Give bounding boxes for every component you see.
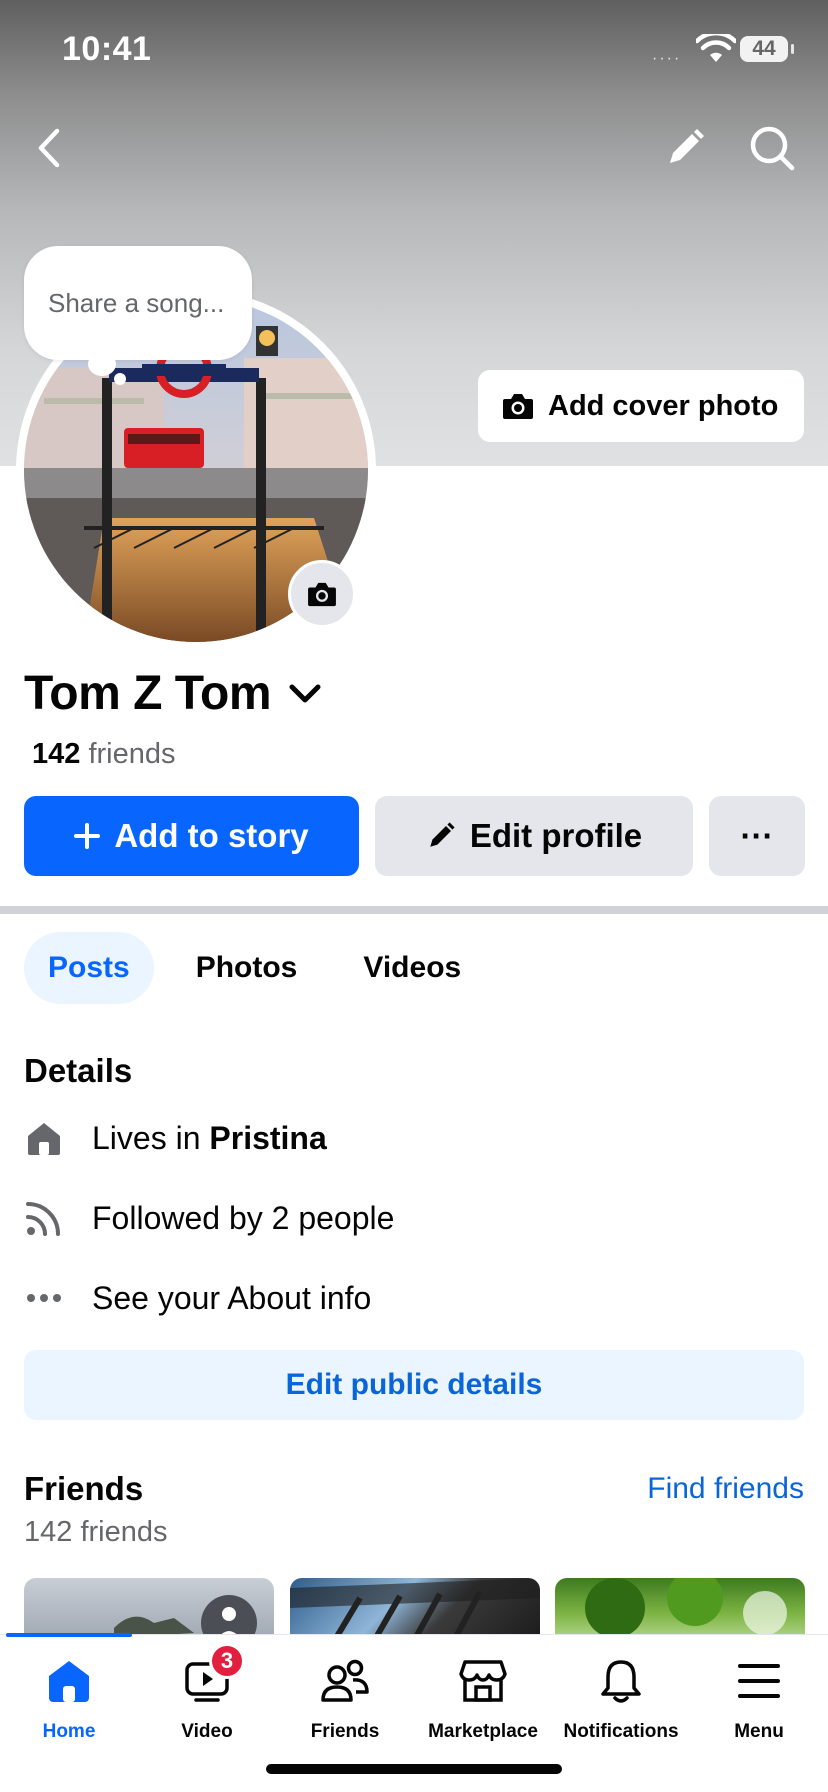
add-cover-photo-label: Add cover photo [548, 389, 779, 422]
nav-friends[interactable]: Friends [276, 1653, 414, 1743]
nav-menu-label: Menu [734, 1721, 784, 1742]
search-button[interactable] [742, 118, 802, 178]
search-icon [750, 126, 795, 171]
bubble-tail [88, 352, 116, 376]
detail-about-text: See your About info [92, 1279, 372, 1316]
nav-notifications[interactable]: Notifications [552, 1653, 690, 1743]
hamburger-icon [731, 1653, 787, 1709]
detail-followers-text: Followed by 2 people [92, 1199, 395, 1236]
friends-heading: Friends [24, 1470, 144, 1507]
profile-name-switcher[interactable]: Tom Z Tom [24, 666, 321, 721]
status-bar: 10:41 ···· 44 [0, 0, 828, 100]
bubble-tail-dot [114, 373, 126, 385]
wifi-icon [696, 34, 736, 62]
friends-count[interactable]: 142 friends [32, 738, 176, 771]
find-friends-link[interactable]: Find friends [647, 1472, 804, 1506]
edit-public-details-button[interactable]: Edit public details [24, 1350, 804, 1420]
detail-about[interactable]: See your About info [24, 1278, 371, 1318]
add-to-story-label: Add to story [114, 817, 309, 854]
friends-count-number: 142 [32, 738, 81, 770]
tab-videos[interactable]: Videos [339, 932, 485, 1004]
marketplace-icon [455, 1653, 511, 1709]
video-icon: 3 [179, 1643, 245, 1709]
edit-profile-label: Edit profile [469, 817, 643, 854]
chevron-down-icon [289, 684, 321, 702]
edit-public-details-label: Edit public details [285, 1368, 543, 1401]
friends-count-word: friends [88, 738, 176, 770]
edit-button[interactable] [655, 118, 715, 178]
camera-icon [308, 582, 336, 607]
home-icon [24, 1118, 64, 1158]
ellipsis-icon [24, 1278, 64, 1318]
status-time: 10:41 [62, 30, 152, 68]
more-icon: ··· [740, 817, 774, 854]
video-notification-badge: 3 [209, 1643, 245, 1679]
pencil-icon [430, 822, 455, 847]
nav-marketplace[interactable]: Marketplace [414, 1653, 552, 1743]
tab-posts[interactable]: Posts [24, 932, 154, 1004]
share-song-bubble[interactable]: Share a song... [24, 246, 252, 360]
tab-videos-label: Videos [363, 951, 462, 984]
profile-name: Tom Z Tom [24, 667, 272, 720]
signal-icon: ···· [652, 50, 682, 67]
chevron-left-icon [38, 128, 60, 168]
lives-in-prefix: Lives in [92, 1119, 210, 1156]
tab-photos[interactable]: Photos [172, 932, 322, 1004]
nav-friends-label: Friends [310, 1721, 380, 1742]
more-options-button[interactable]: ··· [709, 796, 805, 876]
nav-home[interactable]: Home [0, 1653, 138, 1743]
friends-icon [317, 1653, 373, 1709]
section-divider [0, 906, 828, 914]
detail-lives-in-text: Lives in Pristina [92, 1120, 327, 1157]
change-profile-picture-button[interactable] [288, 560, 356, 628]
back-button[interactable] [18, 118, 78, 178]
nav-video-label: Video [181, 1721, 233, 1742]
profile-tabs: Posts Photos Videos [24, 932, 503, 1004]
nav-marketplace-label: Marketplace [428, 1721, 538, 1742]
edit-profile-button[interactable]: Edit profile [375, 796, 693, 876]
detail-followers[interactable]: Followed by 2 people [24, 1198, 394, 1238]
active-tab-indicator [6, 1633, 132, 1637]
tab-posts-label: Posts [48, 951, 130, 984]
tab-photos-label: Photos [195, 951, 298, 984]
share-song-label: Share a song... [48, 287, 225, 318]
friends-subtitle: 142 friends [24, 1516, 168, 1548]
battery-icon: 44 [740, 36, 794, 62]
add-to-story-button[interactable]: Add to story [24, 796, 359, 876]
nav-menu[interactable]: Menu [690, 1653, 828, 1743]
detail-lives-in[interactable]: Lives in Pristina [24, 1118, 327, 1158]
pencil-icon [670, 129, 704, 163]
rss-icon [24, 1198, 64, 1238]
nav-notifications-label: Notifications [563, 1721, 679, 1742]
nav-video[interactable]: 3 Video [138, 1643, 276, 1743]
home-indicator [266, 1764, 562, 1774]
plus-icon [74, 823, 101, 849]
camera-icon [503, 394, 533, 419]
details-heading: Details [24, 1052, 133, 1089]
lives-in-city: Pristina [209, 1119, 327, 1156]
nav-home-label: Home [42, 1721, 96, 1742]
home-icon [41, 1653, 97, 1709]
bell-icon [593, 1653, 649, 1709]
add-cover-photo-button[interactable]: Add cover photo [478, 370, 804, 442]
